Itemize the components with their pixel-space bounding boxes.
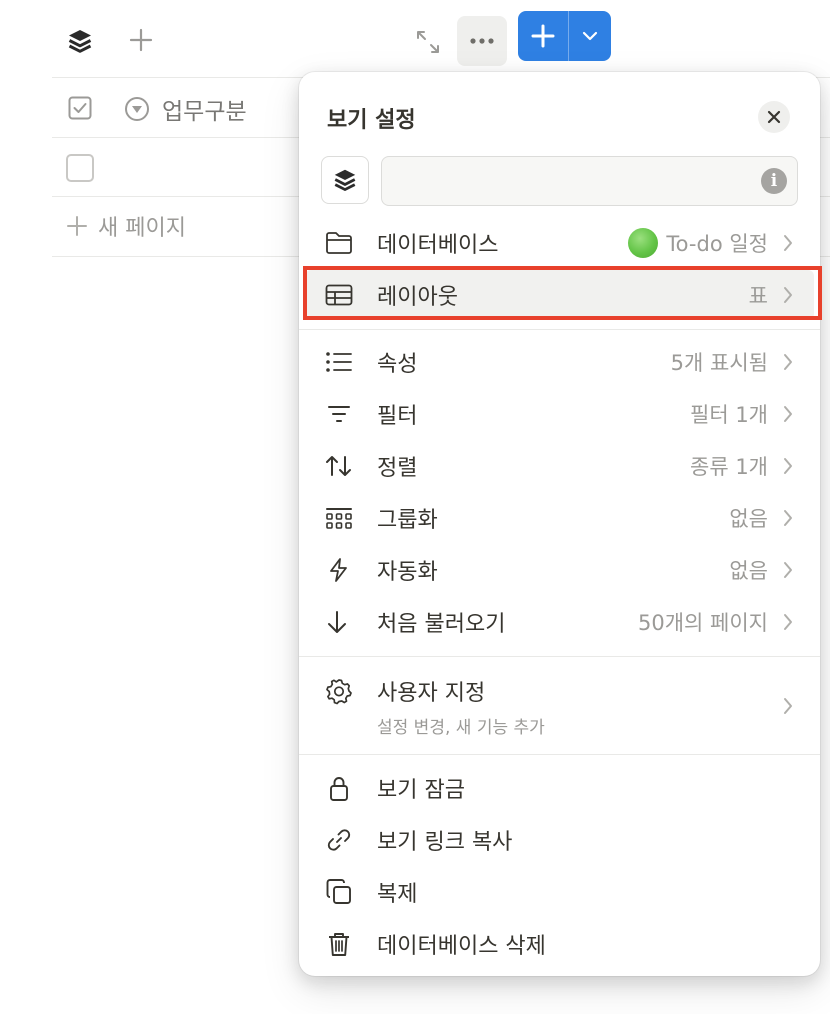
- more-dots-icon: [470, 38, 494, 44]
- checkbox-column-icon[interactable]: [68, 96, 92, 120]
- menu-item-label: 자동화: [377, 560, 438, 585]
- menu-item-delete-database[interactable]: 데이터베이스 삭제: [305, 919, 814, 969]
- layers-icon[interactable]: [66, 27, 94, 55]
- menu-item-database[interactable]: 데이터베이스 To-do 일정: [305, 218, 814, 268]
- menu-title: 보기 설정: [327, 108, 416, 133]
- menu-item-label: 데이터베이스: [377, 233, 499, 258]
- column-header-category[interactable]: 업무구분: [124, 92, 247, 126]
- customize-text: 사용자 지정 설정 변경, 새 기능 추가: [377, 675, 545, 738]
- list-icon: [325, 351, 365, 373]
- menu-item-value: To-do 일정: [628, 228, 768, 258]
- menu-item-label: 속성: [377, 352, 418, 377]
- gear-icon: [325, 677, 365, 705]
- plus-icon: [67, 216, 87, 236]
- arrow-down-icon: [325, 610, 365, 634]
- chevron-right-icon: [768, 405, 808, 423]
- chevron-right-icon: [768, 613, 808, 631]
- sort-icon: [325, 454, 365, 478]
- view-settings-menu: 보기 설정 i 데이터베이스 To-do 일정 레이아웃 표 속성 5개 표시됨…: [299, 72, 820, 976]
- new-plus-icon[interactable]: [518, 11, 568, 61]
- menu-item-customize[interactable]: 사용자 지정 설정 변경, 새 기능 추가: [305, 669, 814, 743]
- select-property-icon: [125, 97, 149, 121]
- menu-item-sort[interactable]: 정렬 종류 1개: [305, 441, 814, 491]
- new-page-button[interactable]: 새 페이지: [66, 210, 186, 242]
- menu-item-label: 처음 불러오기: [377, 612, 506, 637]
- trash-icon: [325, 930, 365, 958]
- view-name-field[interactable]: i: [381, 156, 798, 206]
- menu-item-value: 50개의 페이지: [638, 611, 768, 635]
- folder-icon: [325, 231, 365, 255]
- chevron-right-icon: [768, 697, 808, 715]
- close-button[interactable]: [758, 101, 790, 133]
- menu-item-value: 없음: [729, 507, 768, 531]
- chevron-right-icon: [768, 509, 808, 527]
- chevron-right-icon: [768, 457, 808, 475]
- menu-item-value: 없음: [729, 559, 768, 583]
- database-emoji-icon: [628, 228, 659, 258]
- menu-item-properties[interactable]: 속성 5개 표시됨: [305, 337, 814, 387]
- customize-label: 사용자 지정: [377, 680, 486, 706]
- lock-icon: [325, 774, 365, 802]
- group-icon: [325, 506, 365, 530]
- more-button[interactable]: [457, 16, 507, 66]
- lightning-icon: [325, 557, 365, 583]
- column-header-label: 업무구분: [162, 99, 247, 125]
- menu-divider: [299, 754, 820, 755]
- new-page-label: 새 페이지: [98, 216, 186, 241]
- duplicate-icon: [325, 878, 365, 906]
- new-button[interactable]: [518, 11, 611, 61]
- add-view-icon[interactable]: [128, 27, 154, 53]
- layers-icon: [334, 169, 356, 191]
- menu-item-lock-view[interactable]: 보기 잠금: [305, 763, 814, 813]
- menu-item-label: 그룹화: [377, 508, 438, 533]
- menu-divider: [299, 329, 820, 330]
- menu-item-automation[interactable]: 자동화 없음: [305, 545, 814, 595]
- view-name-input[interactable]: [382, 157, 752, 205]
- highlight-annotation-box: [303, 266, 822, 320]
- view-icon-button[interactable]: [321, 156, 369, 204]
- chevron-down-icon[interactable]: [569, 11, 611, 61]
- chevron-right-icon: [768, 561, 808, 579]
- menu-item-label: 보기 잠금: [377, 778, 465, 803]
- menu-item-initial-load[interactable]: 처음 불러오기 50개의 페이지: [305, 597, 814, 647]
- menu-item-label: 필터: [377, 404, 418, 429]
- menu-item-label: 복제: [377, 882, 418, 907]
- customize-sublabel: 설정 변경, 새 기능 추가: [377, 717, 545, 738]
- chevron-right-icon: [768, 234, 808, 252]
- link-icon: [325, 826, 365, 854]
- filter-icon: [325, 403, 365, 425]
- menu-item-value: 5개 표시됨: [670, 351, 768, 375]
- chevron-right-icon: [768, 353, 808, 371]
- menu-item-copy-link[interactable]: 보기 링크 복사: [305, 815, 814, 865]
- row-checkbox[interactable]: [66, 154, 94, 182]
- menu-item-filter[interactable]: 필터 필터 1개: [305, 389, 814, 439]
- expand-icon[interactable]: [414, 28, 442, 56]
- menu-item-label: 데이터베이스 삭제: [377, 934, 546, 959]
- menu-item-label: 정렬: [377, 456, 418, 481]
- menu-item-value: 종류 1개: [690, 455, 768, 479]
- info-icon[interactable]: i: [761, 168, 787, 194]
- menu-item-value: 필터 1개: [690, 403, 768, 427]
- menu-item-duplicate[interactable]: 복제: [305, 867, 814, 917]
- menu-item-group[interactable]: 그룹화 없음: [305, 493, 814, 543]
- close-icon: [767, 110, 781, 124]
- menu-item-label: 보기 링크 복사: [377, 830, 513, 855]
- menu-divider: [299, 656, 820, 657]
